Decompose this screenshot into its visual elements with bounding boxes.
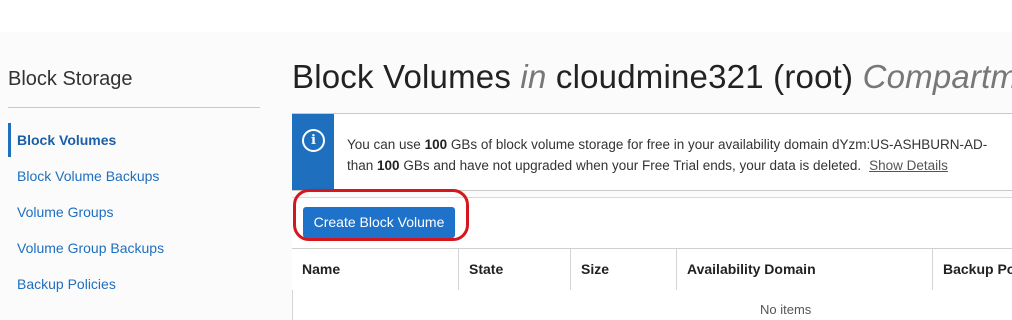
page-title-compartment: cloudmine321 (root) [555, 58, 854, 95]
empty-table-message: No items [760, 302, 812, 317]
sidebar-item-volume-group-backups[interactable]: Volume Group Backups [17, 240, 164, 256]
banner-text: GBs of block volume storage for free in … [447, 137, 988, 152]
column-header-availability-domain[interactable]: Availability Domain [677, 249, 933, 290]
banner-bold-value: 100 [377, 158, 400, 173]
column-header-state[interactable]: State [459, 249, 571, 290]
banner-text-line-1: You can use 100 GBs of block volume stor… [347, 137, 987, 152]
show-details-link[interactable]: Show Details [869, 158, 948, 173]
page-title-in: in [520, 58, 547, 95]
sidebar-active-indicator [8, 123, 11, 157]
red-highlight-annotation [293, 189, 469, 241]
sidebar-item-block-volume-backups[interactable]: Block Volume Backups [17, 168, 159, 184]
banner-text: GBs and have not upgraded when your Free… [399, 158, 862, 173]
column-header-backup-policy[interactable]: Backup Po [933, 249, 1012, 290]
sidebar-item-block-volumes[interactable]: Block Volumes [17, 132, 116, 148]
sidebar-item-volume-groups[interactable]: Volume Groups [17, 204, 114, 220]
banner-bold-value: 100 [424, 137, 448, 152]
sidebar: Block Storage Block Volumes Block Volume… [0, 32, 262, 320]
page-title-main: Block Volumes [292, 58, 512, 95]
page-title: Block Volumes in cloudmine321 (root) Com… [292, 58, 1012, 96]
banner-text-line-2: than 100 GBs and have not upgraded when … [347, 158, 948, 173]
free-tier-info-banner: i You can use 100 GBs of block volume st… [292, 113, 1012, 191]
banner-text: You can use [347, 137, 425, 152]
column-header-size[interactable]: Size [571, 249, 677, 290]
column-header-name[interactable]: Name [292, 249, 459, 290]
page-title-suffix: Compartm [862, 58, 1012, 95]
volumes-table-body: No items [292, 290, 1012, 320]
info-icon: i [302, 129, 325, 152]
banner-stripe: i [292, 114, 334, 190]
volumes-table-header: Name State Size Availability Domain Back… [292, 248, 1012, 291]
banner-text: than [347, 158, 378, 173]
sidebar-divider [8, 107, 260, 108]
sidebar-title: Block Storage [8, 68, 133, 90]
sidebar-item-backup-policies[interactable]: Backup Policies [17, 276, 116, 292]
